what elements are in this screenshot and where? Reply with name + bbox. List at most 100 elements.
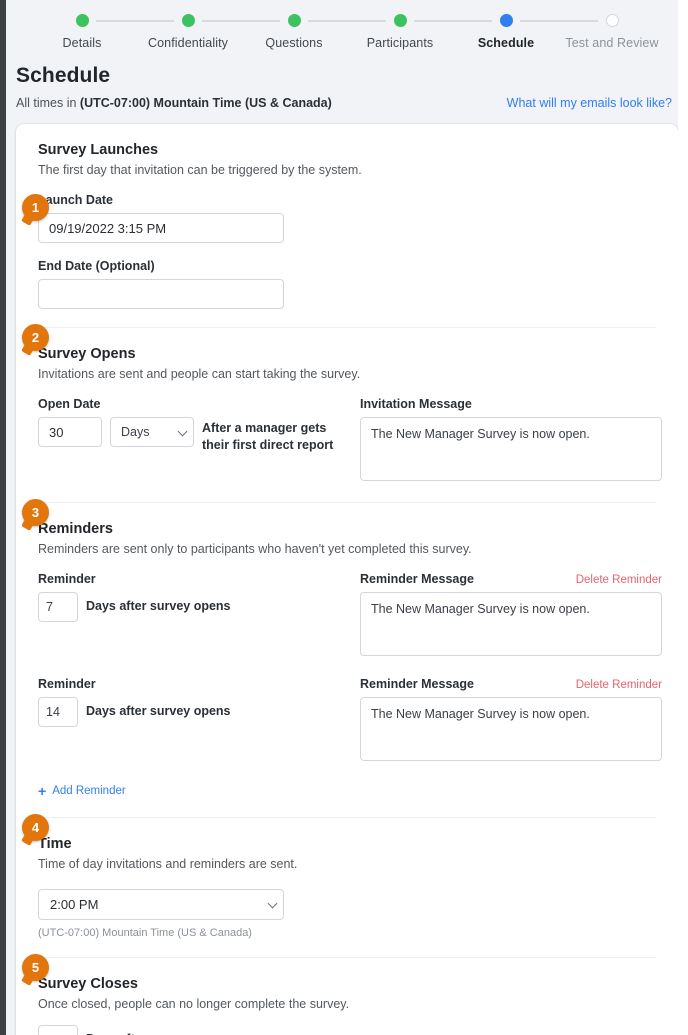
open-date-group: Open Date Days Weeks Months: [38, 397, 360, 484]
step-dot-details: [75, 14, 89, 27]
time-description: Time of day invitations and reminders ar…: [38, 857, 298, 871]
section-reminders: 3 Reminders Reminders are sent only to p…: [22, 499, 662, 799]
launch-date-group: Launch Date: [38, 193, 656, 243]
right-gutter: [678, 0, 688, 1035]
survey-opens-title: Survey Opens: [38, 346, 136, 362]
reminder-message-textarea[interactable]: [360, 697, 662, 761]
timezone-value: (UTC-07:00) Mountain Time (US & Canada): [79, 96, 332, 110]
end-date-input[interactable]: [38, 279, 284, 309]
timezone-line: All times in (UTC-07:00) Mountain Time (…: [16, 96, 332, 110]
step-connector: [414, 20, 492, 22]
schedule-card-wrapper: Survey Launches The first day that invit…: [16, 124, 678, 1035]
open-date-helper-text: After a manager gets their first direct …: [202, 421, 334, 452]
survey-closes-description: Once closed, people can no longer comple…: [38, 997, 350, 1011]
time-timezone-note: (UTC-07:00) Mountain Time (US & Canada): [38, 927, 252, 939]
stepper-label-participants: Participants: [366, 36, 434, 50]
progress-stepper: Details Confidentiality Questions Partic…: [6, 0, 688, 60]
section-time: 4 Time Time of day invitations and remin…: [22, 814, 656, 939]
reminder-days-input[interactable]: [38, 592, 78, 622]
open-date-controls: Days Weeks Months After a manager gets t…: [38, 417, 360, 454]
delete-reminder-link[interactable]: Delete Reminder: [576, 574, 662, 586]
page-surface: Details Confidentiality Questions Partic…: [6, 0, 688, 1035]
open-date-unit-select-wrapper: Days Weeks Months: [110, 417, 194, 447]
reminder-message-label: Reminder Message: [360, 677, 474, 691]
invitation-message-textarea[interactable]: [360, 417, 662, 481]
stepper-label-questions: Questions: [265, 36, 323, 50]
end-date-label: End Date (Optional): [38, 259, 155, 273]
add-reminder-button[interactable]: + Add Reminder: [38, 784, 126, 798]
reminder-days-controls: Days after survey opens: [38, 697, 360, 727]
stepper-label-details: Details: [62, 36, 102, 50]
open-date-number-input[interactable]: [38, 417, 102, 447]
step-badge-5: 5: [22, 954, 49, 981]
survey-launches-title: Survey Launches: [38, 142, 159, 158]
step-dot-questions: [287, 14, 301, 27]
time-of-day-select[interactable]: 12:00 AM 8:00 AM 9:00 AM 12:00 PM 1:00 P…: [38, 889, 284, 920]
page-subline: All times in (UTC-07:00) Mountain Time (…: [16, 96, 672, 110]
reminder-days-controls: Days after survey opens: [38, 592, 360, 622]
delete-reminder-link[interactable]: Delete Reminder: [576, 679, 662, 691]
survey-closes-title: Survey Closes: [38, 976, 138, 992]
step-badge-2: 2: [22, 324, 49, 351]
stepper-label-test-and-review: Test and Review: [565, 36, 659, 50]
reminder-days-group: Reminder Days after survey opens: [38, 572, 360, 659]
page-title: Schedule: [16, 64, 111, 87]
app-frame: Details Confidentiality Questions Partic…: [0, 0, 688, 1035]
time-select-wrapper: 12:00 AM 8:00 AM 9:00 AM 12:00 PM 1:00 P…: [38, 889, 284, 920]
reminder-message-textarea[interactable]: [360, 592, 662, 656]
launch-date-label: Launch Date: [38, 193, 114, 207]
step-connector: [308, 20, 386, 22]
survey-opens-description: Invitations are sent and people can star…: [38, 367, 361, 381]
section-survey-launches: Survey Launches The first day that invit…: [22, 142, 656, 309]
reminder-message-header: Reminder Message Delete Reminder: [360, 677, 662, 691]
stepper-step-details[interactable]: Details: [29, 14, 174, 50]
reminder-message-label: Reminder Message: [360, 572, 474, 586]
reminder-row: Reminder Days after survey opens Reminde…: [38, 677, 662, 764]
timezone-prefix: All times in: [16, 96, 80, 110]
time-select-group: 12:00 AM 8:00 AM 9:00 AM 12:00 PM 1:00 P…: [38, 889, 656, 939]
end-date-group: End Date (Optional): [38, 259, 656, 309]
section-survey-opens: 2 Survey Opens Invitations are sent and …: [22, 324, 662, 484]
step-dot-test-and-review: [605, 14, 619, 27]
email-preview-link[interactable]: What will my emails look like?: [507, 96, 672, 110]
step-badge-4: 4: [22, 814, 49, 841]
survey-opens-row: Open Date Days Weeks Months: [38, 397, 662, 484]
add-reminder-label: Add Reminder: [52, 785, 126, 797]
step-dot-schedule: [499, 14, 513, 27]
survey-closes-days-suffix: Days after survey opens: [86, 1025, 231, 1035]
reminder-days-suffix: Days after survey opens: [86, 599, 231, 613]
survey-closes-controls: Days after survey opens: [38, 1025, 656, 1035]
step-dot-participants: [393, 14, 407, 27]
reminder-message-header: Reminder Message Delete Reminder: [360, 572, 662, 586]
reminder-label: Reminder: [38, 572, 96, 586]
reminder-days-input[interactable]: [38, 697, 78, 727]
invitation-message-group: Invitation Message: [360, 397, 662, 484]
invitation-message-label: Invitation Message: [360, 397, 472, 411]
plus-icon: +: [38, 783, 47, 799]
reminder-message-group: Reminder Message Delete Reminder: [360, 572, 662, 659]
step-badge-1: 1: [22, 194, 49, 221]
reminder-days-suffix: Days after survey opens: [86, 704, 231, 718]
step-connector: [202, 20, 280, 22]
open-date-label: Open Date: [38, 397, 101, 411]
schedule-card: Survey Launches The first day that invit…: [16, 124, 678, 1035]
step-dot-confidentiality: [181, 14, 195, 27]
stepper-label-schedule: Schedule: [477, 36, 535, 50]
step-badge-3: 3: [22, 499, 49, 526]
reminder-days-group: Reminder Days after survey opens: [38, 677, 360, 764]
survey-closes-days-input[interactable]: [38, 1025, 78, 1035]
reminders-description: Reminders are sent only to participants …: [38, 542, 472, 556]
step-connector: [96, 20, 174, 22]
step-connector: [520, 20, 598, 22]
launch-date-input[interactable]: [38, 213, 284, 243]
survey-launches-description: The first day that invitation can be tri…: [38, 163, 362, 177]
page-header: Schedule All times in (UTC-07:00) Mounta…: [6, 60, 688, 110]
reminders-title: Reminders: [38, 521, 113, 537]
time-title: Time: [38, 836, 72, 852]
reminder-message-group: Reminder Message Delete Reminder: [360, 677, 662, 764]
stepper-label-confidentiality: Confidentiality: [147, 36, 228, 50]
open-date-unit-select[interactable]: Days Weeks Months: [110, 417, 194, 447]
reminder-row: Reminder Days after survey opens Reminde…: [38, 572, 662, 659]
reminder-label: Reminder: [38, 677, 96, 691]
section-survey-closes: 5 Survey Closes Once closed, people can …: [22, 954, 656, 1035]
